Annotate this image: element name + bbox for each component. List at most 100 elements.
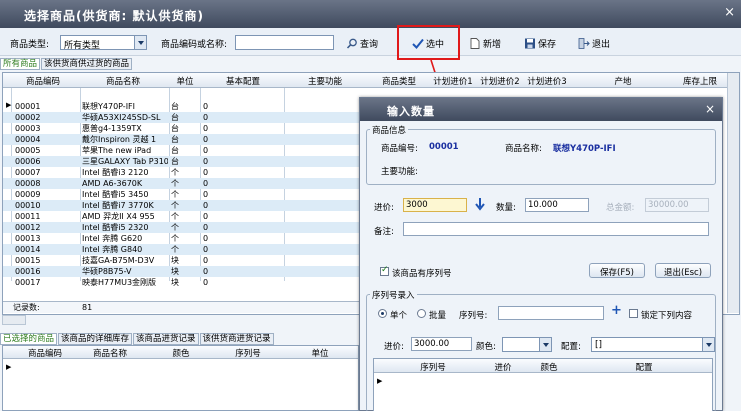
column-header[interactable]: 单位 [300,347,340,359]
tab-product-purchase-history[interactable]: 该商品进货记录 [133,333,199,345]
table-cell: 00012 [15,223,41,232]
price2-input[interactable]: 3000.00 [411,337,472,351]
config-select[interactable]: [] [591,337,715,352]
column-header[interactable]: 商品编码 [13,75,73,87]
dialog-close-icon[interactable]: × [705,102,715,116]
save-button[interactable]: 保存 [524,34,556,51]
product-name-label: 商品名称: [505,144,542,154]
table-row[interactable]: 00014 Intel 奔腾 G840 个 0 [3,244,361,255]
column-header[interactable]: 序列号 [388,361,478,373]
column-header[interactable]: 商品编码 [15,347,75,359]
table-cell: Intel 酷睿i5 3450 [82,190,149,199]
table-row[interactable]: ▶ 00001 联想Y470P-IFI 台 0 [3,101,361,112]
column-header[interactable]: 颜色 [161,347,201,359]
table-cell: 0 [203,113,209,122]
table-row[interactable]: 00013 Intel 奔腾 G620 个 0 [3,233,361,244]
query-button[interactable]: 查询 [346,34,378,51]
new-document-icon [470,38,480,49]
table-row[interactable]: 00002 华硕A53XI245SD-SL 台 0 [3,112,361,123]
table-cell: 0 [203,278,209,287]
table-row[interactable]: 00015 技嘉GA-B75M-D3V 块 0 [3,255,361,266]
table-row[interactable]: 00007 Intel 酷睿i3 2120 个 0 [3,167,361,178]
column-header[interactable]: 单位 [171,75,199,87]
price-input[interactable]: 3000 [403,198,467,212]
has-serial-checkbox[interactable] [380,265,389,276]
column-header[interactable]: 主要功能 [285,75,365,87]
tab-all-products[interactable]: 所有商品 [0,58,41,70]
exit-esc-button[interactable]: 退出(Esc) [655,263,711,278]
table-cell: 技嘉GA-B75M-D3V [82,256,155,265]
column-header[interactable]: 商品类型 [369,75,429,87]
column-header[interactable]: 库存上限 [675,75,725,87]
column-header[interactable]: 计划进价2 [477,75,523,87]
column-header[interactable]: 计划进价1 [430,75,476,87]
horizontal-scrollbar[interactable] [2,315,26,325]
quantity-input[interactable]: 10.000 [525,198,589,212]
table-cell: 00007 [15,168,41,177]
table-row[interactable]: 00016 华硕P8B75-V 块 0 [3,266,361,277]
tab-supplier-products[interactable]: 该供货商供过货的商品 [41,58,133,70]
select-highlight-box [397,25,460,60]
batch-radio[interactable] [417,309,426,318]
table-cell: 00009 [15,190,41,199]
table-row[interactable]: 00011 AMD 羿龙II X4 955 个 0 [3,211,361,222]
arrow-down-icon[interactable] [475,198,485,211]
single-radio[interactable] [378,309,387,318]
table-cell: 0 [203,157,209,166]
table-row[interactable]: 00004 戴尔Inspiron 灵越 1 台 0 [3,134,361,145]
column-header[interactable]: 商品名称 [83,75,163,87]
column-header[interactable]: 商品名称 [75,347,145,359]
code-search-input[interactable] [235,35,334,50]
add-button[interactable]: 新增 [469,34,501,51]
add-serial-icon[interactable]: + [611,303,622,318]
function-label: 主要功能: [381,167,418,177]
add-label: 新增 [483,40,502,50]
table-row[interactable]: 00010 Intel 酷睿i7 3770K 个 0 [3,200,361,211]
column-header[interactable]: 进价 [478,361,528,373]
record-count-label: 记录数: [13,303,40,312]
exit-button[interactable]: 退出 [578,34,610,51]
serial-input[interactable] [498,306,604,320]
table-cell: 块 [171,256,179,265]
row-pointer-icon: ▶ [6,363,12,371]
chevron-down-icon[interactable] [539,338,551,351]
column-header[interactable]: 配置 [574,361,714,373]
total-input: 30000.00 [645,198,709,212]
table-cell: 0 [203,245,209,254]
table-cell: 00002 [15,113,41,122]
vertical-scrollbar[interactable] [727,73,739,313]
table-row[interactable]: 00017 映泰H77MU3金刚版 块 0 [3,277,361,288]
table-cell: 0 [203,168,209,177]
close-icon[interactable]: × [724,5,735,20]
column-header[interactable]: 颜色 [529,361,569,373]
table-cell: 华硕A53XI245SD-SL [82,113,161,122]
table-cell: Intel 酷睿i3 2120 [82,168,149,177]
table-cell: 00011 [15,212,41,221]
tab-stock-detail[interactable]: 该商品的详细库存 [58,333,133,345]
column-header[interactable]: 序列号 [208,347,288,359]
table-row[interactable]: 00003 惠普g4-1359TX 台 0 [3,123,361,134]
table-row[interactable]: 00009 Intel 酷睿i5 3450 个 0 [3,189,361,200]
category-select[interactable]: 所有类型 [60,35,147,51]
table-cell: 台 [171,124,179,133]
table-row[interactable]: 00006 三星GALAXY Tab P310 台 0 [3,156,361,167]
column-header[interactable]: 产地 [573,75,673,87]
save-f5-button[interactable]: 保存(F5) [589,263,645,278]
color-select[interactable] [502,337,552,352]
table-row[interactable]: 00012 Intel 酷睿i5 2320 个 0 [3,222,361,233]
table-cell: 个 [171,179,179,188]
table-cell: 00013 [15,234,41,243]
chevron-down-icon[interactable] [134,36,146,49]
save-label: 保存 [538,40,557,50]
table-row[interactable]: 00005 苹果The new iPad 台 0 [3,145,361,156]
tab-supplier-purchase-history[interactable]: 该供货商进货记录 [199,333,274,345]
column-header[interactable]: 计划进价3 [524,75,570,87]
chevron-down-icon[interactable] [702,338,714,351]
code-label: 商品编码或名称: [161,40,228,50]
table-row[interactable]: 00008 AMD A6-3670K 个 0 [3,178,361,189]
column-header[interactable]: 基本配置 [203,75,283,87]
toolbar: 商品类型: 所有类型 商品编码或名称: 查询 选中 新增 保存 退出 [0,28,741,56]
lock-checkbox[interactable] [629,309,638,318]
tab-selected-products[interactable]: 已选择的商品 [0,333,58,345]
note-input[interactable] [403,222,709,236]
